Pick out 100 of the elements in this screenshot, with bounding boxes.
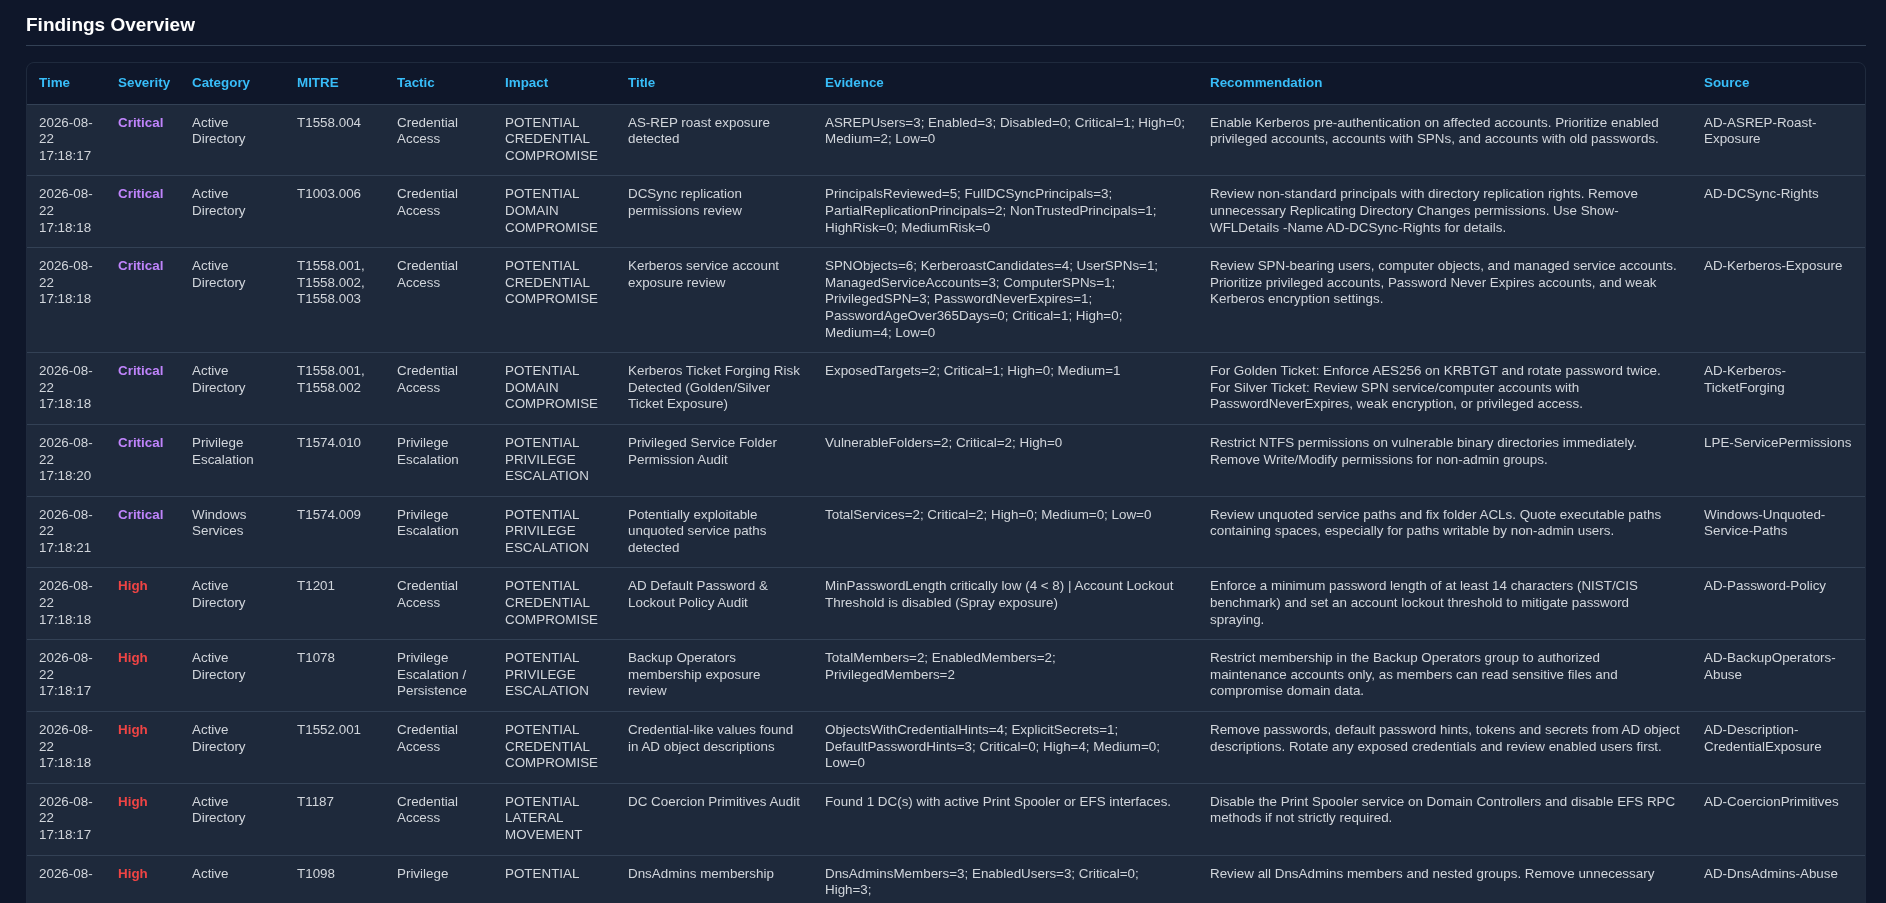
table-cell: AD-ASREP-Roast-Exposure [1692, 104, 1865, 176]
table-cell: 2026-08-22 17:18:18 [27, 247, 106, 353]
table-cell: Windows Services [180, 496, 285, 568]
table-cell: AD-Password-Policy [1692, 567, 1865, 640]
table-cell: Enforce a minimum password length of at least 14 characters (NIST/CIS benchmark) and set an account lockout threshold to mitigate password spraying. [1198, 567, 1692, 640]
table-cell: Privilege [385, 855, 493, 903]
table-cell: Active Directory [180, 711, 285, 784]
severity-label: Critical [106, 247, 180, 353]
table-cell: Backup Operators membership exposure review [616, 639, 813, 712]
table-cell: Potentially exploitable unquoted service paths detected [616, 496, 813, 568]
table-cell: Kerberos service account exposure review [616, 247, 813, 353]
table-cell: POTENTIAL CREDENTIAL COMPROMISE [493, 104, 616, 176]
table-cell: Review all DnsAdmins members and nested groups. Remove unnecessary [1198, 855, 1692, 903]
table-cell: Active Directory [180, 783, 285, 856]
table-cell: Credential Access [385, 352, 493, 425]
table-cell: Credential Access [385, 175, 493, 248]
table-cell: Active [180, 855, 285, 903]
table-cell: Privilege Escalation [385, 496, 493, 568]
table-cell: Active Directory [180, 175, 285, 248]
table-cell: Kerberos Ticket Forging Risk Detected (Golden/Silver Ticket Exposure) [616, 352, 813, 425]
table-cell: Active Directory [180, 567, 285, 640]
table-cell: 2026-08-22 17:18:17 [27, 104, 106, 176]
table-cell: POTENTIAL PRIVILEGE ESCALATION [493, 639, 616, 712]
table-cell: Enable Kerberos pre-authentication on affected accounts. Prioritize enabled privileged accounts, accounts with SPNs, and accounts with old passwords. [1198, 104, 1692, 176]
table-cell: 2026-08- [27, 855, 106, 903]
table-cell: POTENTIAL CREDENTIAL COMPROMISE [493, 247, 616, 353]
table-cell: T1003.006 [285, 175, 385, 248]
table-cell: T1098 [285, 855, 385, 903]
table-cell: DC Coercion Primitives Audit [616, 783, 813, 856]
column-header: Evidence [813, 63, 1198, 105]
table-cell: ExposedTargets=2; Critical=1; High=0; Medium=1 [813, 352, 1198, 425]
table-cell: AD-CoercionPrimitives [1692, 783, 1865, 856]
table-cell: Restrict NTFS permissions on vulnerable binary directories immediately. Remove Write/Modify permissions for non-admin groups. [1198, 424, 1692, 497]
column-header: MITRE [285, 63, 385, 105]
table-cell: Active Directory [180, 247, 285, 353]
column-header: Source [1692, 63, 1865, 105]
table-cell: Review non-standard principals with directory replication rights. Remove unnecessary Replicating Directory Changes permissions. Use Show-WFLDetails -Name AD-DCSync-Rights for details. [1198, 175, 1692, 248]
table-cell: VulnerableFolders=2; Critical=2; High=0 [813, 424, 1198, 497]
table-cell: LPE-ServicePermissions [1692, 424, 1865, 497]
table-cell: AD-DnsAdmins-Abuse [1692, 855, 1865, 903]
table-cell: TotalMembers=2; EnabledMembers=2; PrivilegedMembers=2 [813, 639, 1198, 712]
table-cell: T1187 [285, 783, 385, 856]
table-cell: ObjectsWithCredentialHints=4; ExplicitSecrets=1; DefaultPasswordHints=3; Critical=0; High=4; Medium=0; Low=0 [813, 711, 1198, 784]
table-cell: POTENTIAL [493, 855, 616, 903]
table-cell: Found 1 DC(s) with active Print Spooler or EFS interfaces. [813, 783, 1198, 856]
table-cell: POTENTIAL DOMAIN COMPROMISE [493, 352, 616, 425]
column-header: Recommendation [1198, 63, 1692, 105]
column-header: Title [616, 63, 813, 105]
table-cell: Active Directory [180, 639, 285, 712]
severity-label: Critical [106, 424, 180, 497]
table-cell: T1558.001, T1558.002 [285, 352, 385, 425]
table-cell: Active Directory [180, 104, 285, 176]
severity-label: High [106, 567, 180, 640]
severity-label: High [106, 711, 180, 784]
table-cell: For Golden Ticket: Enforce AES256 on KRBTGT and rotate password twice. For Silver Ticket: Review SPN service/computer accounts with PasswordNeverExpires, weak encryption, or privileged access. [1198, 352, 1692, 425]
table-cell: Privilege Escalation [385, 424, 493, 497]
table-cell: 2026-08-22 17:18:17 [27, 639, 106, 712]
column-header: Impact [493, 63, 616, 105]
table-cell: Credential Access [385, 711, 493, 784]
severity-label: High [106, 783, 180, 856]
table-cell: Credential Access [385, 247, 493, 353]
table-cell: Credential Access [385, 104, 493, 176]
table-cell: T1558.001, T1558.002, T1558.003 [285, 247, 385, 353]
table-cell: AD-DCSync-Rights [1692, 175, 1865, 248]
table-cell: Review unquoted service paths and fix folder ACLs. Quote executable paths containing spaces, especially for paths writable by non-admin users. [1198, 496, 1692, 568]
table-cell: AD-Kerberos-TicketForging [1692, 352, 1865, 425]
table-cell: AS-REP roast exposure detected [616, 104, 813, 176]
table-cell: AD-Kerberos-Exposure [1692, 247, 1865, 353]
table-cell: T1552.001 [285, 711, 385, 784]
table-cell: T1574.009 [285, 496, 385, 568]
table-cell: PrincipalsReviewed=5; FullDCSyncPrincipals=3; PartialReplicationPrincipals=2; NonTrustedPrincipals=1; HighRisk=0; MediumRisk=0 [813, 175, 1198, 248]
table-cell: SPNObjects=6; KerberoastCandidates=4; UserSPNs=1; ManagedServiceAccounts=3; ComputerSPNs=1; PrivilegedSPN=3; PasswordNeverExpires=1; PasswordAgeOver365Days=0; Critical=1; High=0; Medium=4; Low=0 [813, 247, 1198, 353]
table-cell: Windows-Unquoted-Service-Paths [1692, 496, 1865, 568]
table-cell: T1201 [285, 567, 385, 640]
table-cell: POTENTIAL PRIVILEGE ESCALATION [493, 424, 616, 497]
table-cell: Remove passwords, default password hints, tokens and secrets from AD object descriptions. Rotate any exposed credentials and review enabled users first. [1198, 711, 1692, 784]
table-cell: ASREPUsers=3; Enabled=3; Disabled=0; Critical=1; High=0; Medium=2; Low=0 [813, 104, 1198, 176]
table-cell: POTENTIAL CREDENTIAL COMPROMISE [493, 711, 616, 784]
table-cell: MinPasswordLength critically low (4 < 8) | Account Lockout Threshold is disabled (Spray exposure) [813, 567, 1198, 640]
table-cell: TotalServices=2; Critical=2; High=0; Medium=0; Low=0 [813, 496, 1198, 568]
table-cell: 2026-08-22 17:18:18 [27, 567, 106, 640]
severity-label: Critical [106, 175, 180, 248]
table-cell: 2026-08-22 17:18:21 [27, 496, 106, 568]
table-cell: Credential Access [385, 783, 493, 856]
column-header: Category [180, 63, 285, 105]
column-header: Time [27, 63, 106, 105]
table-cell: Privileged Service Folder Permission Audit [616, 424, 813, 497]
table-cell: Privilege Escalation / Persistence [385, 639, 493, 712]
table-cell: Restrict membership in the Backup Operators group to authorized maintenance accounts only, as members can read sensitive files and compromise domain data. [1198, 639, 1692, 712]
table-cell: AD-BackupOperators-Abuse [1692, 639, 1865, 712]
table-cell: Active Directory [180, 352, 285, 425]
severity-label: Critical [106, 104, 180, 176]
table-cell: DnsAdminsMembers=3; EnabledUsers=3; Critical=0; High=3; [813, 855, 1198, 903]
column-header: Severity [106, 63, 180, 105]
page-title: Findings Overview [26, 14, 195, 37]
table-cell: POTENTIAL CREDENTIAL COMPROMISE [493, 567, 616, 640]
table-cell: DCSync replication permissions review [616, 175, 813, 248]
table-cell: T1574.010 [285, 424, 385, 497]
table-cell: AD Default Password & Lockout Policy Audit [616, 567, 813, 640]
table-cell: POTENTIAL PRIVILEGE ESCALATION [493, 496, 616, 568]
